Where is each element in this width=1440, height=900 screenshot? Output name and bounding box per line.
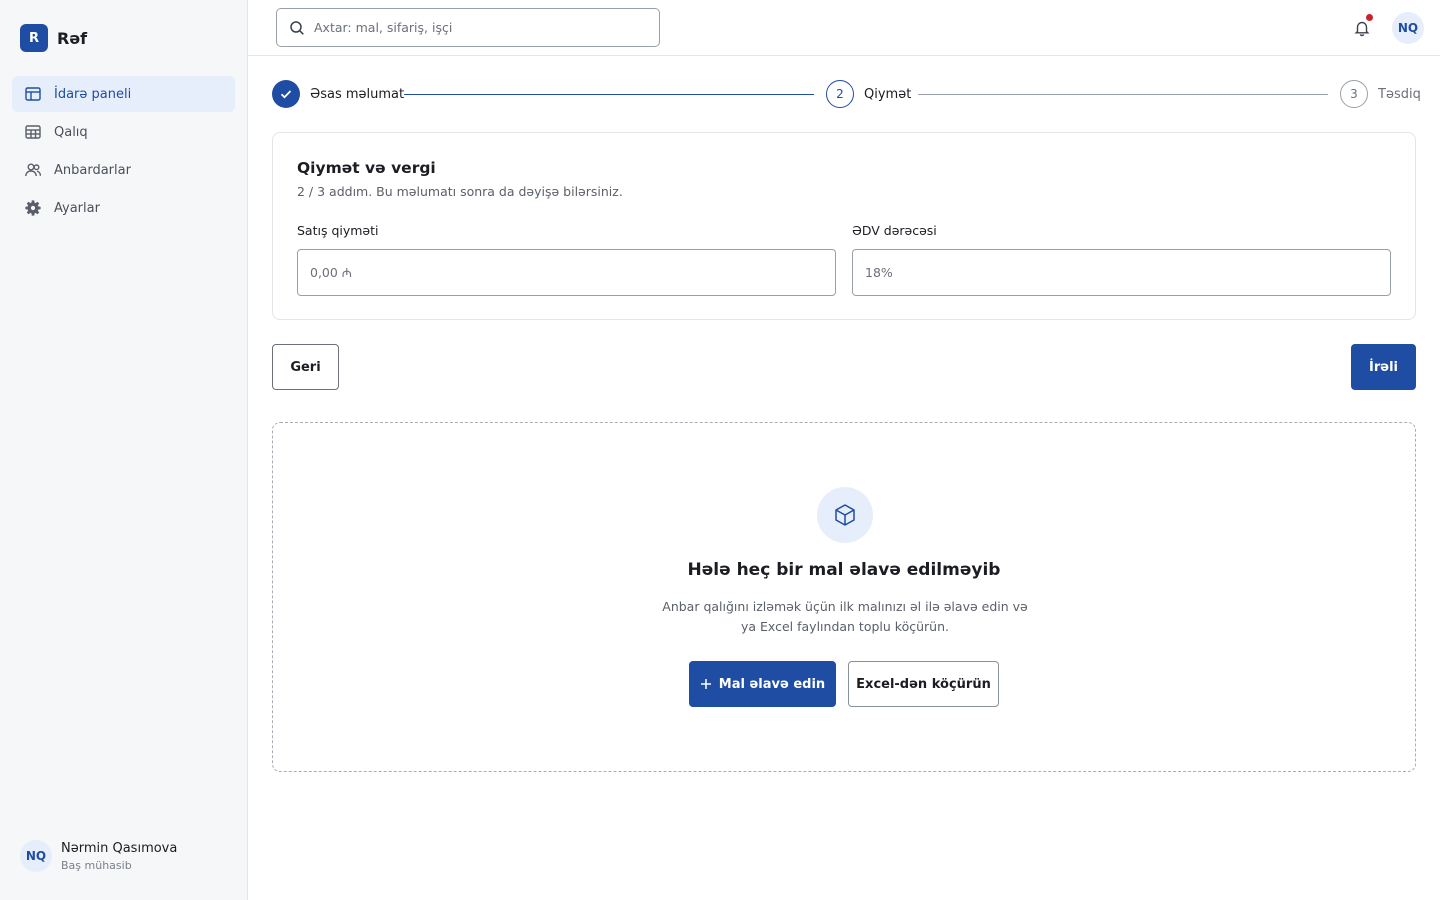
next-button[interactable]: İrəli (1351, 344, 1416, 390)
brand-logo: R (20, 24, 48, 52)
notifications-button[interactable] (1350, 14, 1374, 40)
sidebar-item-stock[interactable]: Qalıq (12, 114, 235, 150)
step-connector (918, 94, 1328, 95)
stepper: Əsas məlumat 2 Qiymət 3 Təsdiq (272, 80, 1421, 110)
search-input[interactable] (314, 20, 634, 35)
bell-icon (1354, 21, 1370, 37)
empty-state: Hələ heç bir mal əlavə edilməyib Anbar q… (272, 422, 1416, 772)
step-done-circle (272, 80, 300, 108)
top-header: NQ (248, 0, 1440, 56)
step-2: 2 Qiymət (826, 80, 911, 108)
table-icon (25, 125, 41, 139)
step-number: 2 (826, 80, 854, 108)
sidebar-item-label: Anbardarlar (54, 162, 131, 178)
sidebar-user[interactable]: NQ Nərmin Qasımova Baş mühasib (20, 840, 177, 872)
step-label: Əsas məlumat (310, 86, 405, 102)
card-title: Qiymət və vergi (297, 159, 436, 177)
check-icon (280, 90, 292, 99)
search-icon (290, 20, 304, 35)
sidebar-item-storekeepers[interactable]: Anbardarlar (12, 152, 235, 188)
step-label: Qiymət (864, 86, 912, 102)
step-label: Təsdiq (1378, 86, 1421, 102)
users-icon (25, 163, 42, 177)
empty-state-text-line: Anbar qalığını izləmək üçün ilk malınızı… (662, 599, 1028, 614)
user-name: Nərmin Qasımova (61, 840, 178, 856)
step-number: 3 (1340, 80, 1368, 108)
vat-label: ƏDV dərəcəsi (852, 223, 937, 238)
box-icon (835, 504, 855, 526)
gear-icon (25, 200, 41, 216)
empty-state-text-line: ya Excel faylından toplu köçürün. (741, 619, 949, 634)
search-box[interactable] (276, 8, 660, 47)
sidebar-item-label: Qalıq (54, 124, 88, 140)
sidebar-item-dashboard[interactable]: İdarə paneli (12, 76, 235, 112)
brand[interactable]: R Rəf (20, 24, 87, 52)
back-button[interactable]: Geri (272, 344, 339, 390)
sidebar-item-label: Ayarlar (54, 200, 100, 216)
excel-import-button[interactable]: Excel-dən köçürün (848, 661, 999, 707)
notification-dot (1366, 14, 1373, 21)
brand-name: Rəf (57, 28, 88, 48)
plus-icon (700, 679, 711, 689)
step-1: Əsas məlumat (272, 80, 404, 108)
sidebar-nav: İdarə paneli Qalıq Anbardarlar Ayarlar (12, 76, 235, 228)
add-item-label: Mal əlavə edin (718, 676, 826, 692)
card-subtitle: 2 / 3 addım. Bu məlumatı sonra da dəyişə… (297, 184, 623, 199)
price-field[interactable] (297, 249, 836, 296)
add-item-button[interactable]: Mal əlavə edin (689, 661, 836, 707)
layout-icon (25, 87, 41, 101)
step-3: 3 Təsdiq (1340, 80, 1421, 108)
step-connector-complete (404, 94, 814, 95)
empty-state-icon (817, 487, 873, 543)
vat-field[interactable] (852, 249, 1391, 296)
price-tax-card: Qiymət və vergi 2 / 3 addım. Bu məlumatı… (272, 132, 1416, 320)
price-label: Satış qiyməti (297, 223, 379, 238)
sidebar-item-label: İdarə paneli (54, 86, 132, 102)
empty-state-title: Hələ heç bir mal əlavə edilməyib (687, 560, 1001, 580)
empty-state-text: Anbar qalığını izləmək üçün ilk malınızı… (655, 597, 1035, 637)
user-role: Baş mühasib (61, 858, 132, 872)
avatar: NQ (20, 840, 52, 872)
sidebar: R Rəf İdarə paneli Qalıq Anbardarlar Aya… (0, 0, 248, 900)
user-avatar-button[interactable]: NQ (1392, 12, 1424, 44)
sidebar-item-settings[interactable]: Ayarlar (12, 190, 235, 226)
